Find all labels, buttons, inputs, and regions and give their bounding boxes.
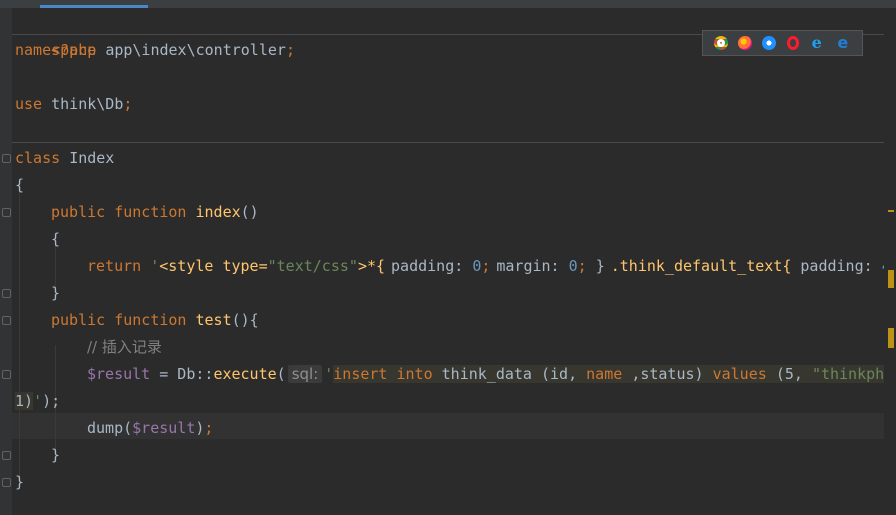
css-semi: ;: [577, 257, 587, 275]
class-name: Index: [69, 149, 115, 167]
keyword: namespace: [15, 41, 97, 59]
edge-icon[interactable]: e: [835, 35, 851, 51]
css-value: 0: [472, 257, 482, 275]
vertical-scrollbar[interactable]: [884, 8, 896, 515]
code-line-9: {: [51, 226, 60, 253]
error-stripe-marker[interactable]: [888, 270, 894, 288]
code-line-12: public function test(){: [51, 307, 259, 334]
code-line-7: {: [15, 172, 24, 199]
brace: }: [51, 284, 61, 302]
method-separator: [12, 142, 884, 143]
code-line-2: namespace app\index\controller;: [15, 37, 295, 64]
code-line-1: <?php: [15, 10, 96, 59]
parameter-hint[interactable]: sql:: [287, 365, 323, 383]
code-line-13: // 插入记录: [87, 334, 162, 361]
semicolon: ;: [204, 419, 214, 437]
use-path: think\Db: [51, 95, 124, 113]
css-selector: .think_default_text{: [610, 257, 792, 275]
sql-injection: insert into think_data (id, name ,status…: [333, 365, 894, 383]
keyword: public: [51, 203, 106, 221]
code-line-10: return '<style type="text/css">*{ padding…: [87, 253, 891, 280]
code-editor[interactable]: <?php namespace app\index\controller; us…: [0, 8, 894, 515]
sql-injection-end: 1): [15, 392, 34, 410]
variable: $result: [87, 365, 151, 383]
keyword: public: [51, 311, 106, 329]
comment: // 插入记录: [87, 338, 162, 356]
string-quote: ': [150, 257, 160, 275]
html-attr-value: "text/css": [267, 257, 358, 275]
brace: {: [51, 230, 61, 248]
keyword: function: [114, 311, 187, 329]
code-line-6: class Index: [15, 145, 114, 172]
code-line-11: }: [51, 280, 60, 307]
code-line-17: }: [51, 442, 60, 469]
chrome-icon[interactable]: [714, 36, 729, 50]
safari-icon[interactable]: [762, 36, 777, 50]
opera-icon[interactable]: [786, 36, 799, 50]
code-line-14: $result = Db::execute(sql:'insert into t…: [87, 361, 894, 388]
paren: (: [276, 365, 286, 383]
css-value: 0: [568, 257, 578, 275]
code-line-18: }: [15, 469, 24, 496]
keyword: use: [15, 95, 43, 113]
semicolon: ;: [123, 95, 133, 113]
brace: {: [15, 176, 25, 194]
error-stripe-marker[interactable]: [888, 328, 894, 348]
html-tag: <style type=: [159, 257, 268, 275]
css-semi: ;: [481, 257, 491, 275]
code-line-15: 1)');: [15, 388, 60, 415]
ie-icon[interactable]: e: [809, 35, 825, 51]
function-name: index: [195, 203, 241, 221]
parens: (){: [231, 311, 259, 329]
brace: }: [15, 473, 25, 491]
keyword: return: [87, 257, 142, 275]
string-quote: ': [33, 392, 43, 410]
browser-preview-bar: e e: [702, 30, 863, 56]
css-prop: padding:: [800, 257, 873, 275]
variable: $result: [132, 419, 196, 437]
code-line-8: public function index(): [51, 199, 259, 226]
code-line-4: use think\Db;: [15, 91, 132, 118]
css-brace: }: [595, 257, 605, 275]
firefox-icon[interactable]: [738, 36, 753, 50]
keyword: function: [114, 203, 187, 221]
method-name: execute: [213, 365, 277, 383]
brace: }: [51, 446, 61, 464]
css-prop: padding:: [391, 257, 464, 275]
function-name: test: [195, 311, 232, 329]
semicolon: ;: [285, 41, 295, 59]
css-prop: margin:: [496, 257, 560, 275]
editor-tab-bar: [0, 0, 896, 8]
close-paren: );: [42, 392, 61, 410]
html-tag: >*{: [357, 257, 386, 275]
namespace-path: app\index\controller: [105, 41, 286, 59]
parens: (): [240, 203, 259, 221]
error-stripe-marker[interactable]: [888, 210, 894, 212]
string-quote: ': [324, 365, 334, 383]
indent-guide: [19, 183, 20, 480]
assignment: = Db::: [150, 365, 214, 383]
code-line-16: dump($result);: [87, 415, 213, 442]
keyword: class: [15, 149, 61, 167]
function-call: dump(: [87, 419, 133, 437]
